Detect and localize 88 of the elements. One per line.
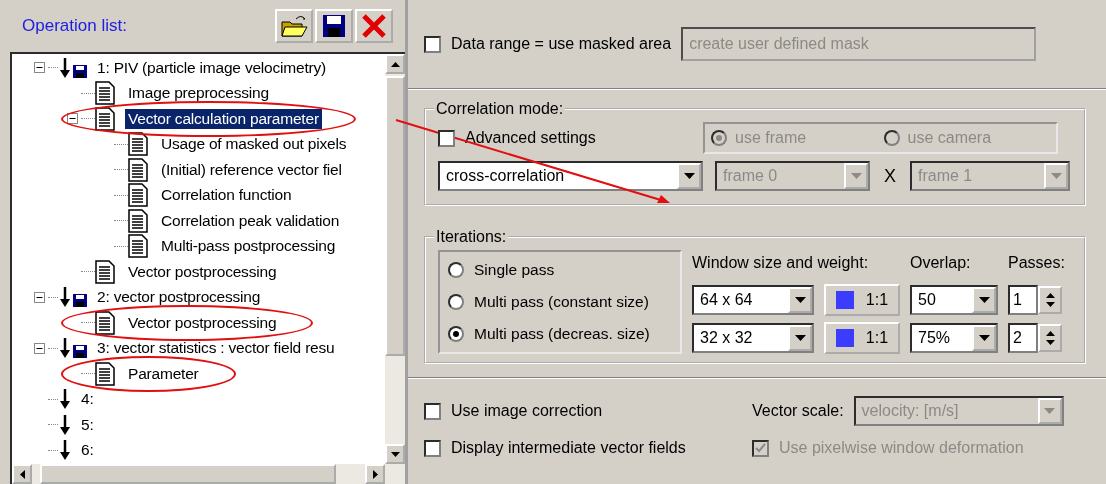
column-header: Passes: — [1008, 254, 1066, 272]
caret-icon — [794, 335, 806, 341]
tree-item[interactable]: Vector postprocessing — [125, 312, 280, 333]
checkbox[interactable] — [424, 35, 441, 53]
document-icon — [95, 361, 115, 386]
passes-field[interactable]: 1 — [1008, 285, 1038, 315]
tree-item[interactable]: 3: vector statistics : vector field resu — [94, 338, 338, 359]
collapse-icon[interactable] — [34, 291, 45, 303]
save-button[interactable] — [315, 9, 353, 43]
radio-label: Single pass — [474, 261, 555, 279]
tree-item[interactable]: 5: — [78, 414, 97, 435]
tree-item[interactable]: Multi-pass postprocessing — [158, 236, 339, 257]
tree-item[interactable]: Vector calculation parameter — [125, 108, 322, 129]
checkbox-label: Display intermediate vector fields — [451, 439, 686, 457]
left-arrow-icon — [19, 469, 25, 479]
checkmark-icon — [755, 443, 766, 453]
field-label: Vector scale: — [752, 402, 844, 420]
document-icon — [128, 132, 148, 157]
weight-button[interactable]: 1:1 — [824, 322, 900, 354]
dropdown[interactable]: 75% — [910, 323, 998, 353]
document-icon — [128, 208, 148, 233]
caret-icon — [794, 297, 806, 303]
radio-label: Multi pass (constant size) — [474, 293, 649, 311]
tree-item[interactable]: Parameter — [125, 363, 202, 384]
checkbox[interactable] — [424, 402, 441, 420]
tree-item[interactable]: 4: — [78, 389, 97, 410]
group-title: Iterations: — [435, 228, 508, 246]
dropdown[interactable]: 64 x 64 — [692, 285, 814, 315]
weight-button[interactable]: 1:1 — [824, 284, 900, 316]
radio-label: use frame — [735, 129, 807, 147]
tree-item[interactable]: Image preprocessing — [125, 83, 272, 104]
radio-button[interactable] — [448, 326, 464, 342]
radio-button[interactable] — [448, 294, 464, 310]
dropdown[interactable]: cross-correlation — [438, 161, 703, 191]
spinner-arrows-icon[interactable] — [1045, 329, 1055, 347]
color-swatch — [835, 291, 854, 309]
checkbox-label: Use pixelwise window deformation — [779, 439, 1024, 457]
passes-field[interactable]: 2 — [1008, 323, 1038, 353]
up-arrow-icon — [390, 61, 400, 67]
checkbox-label: Use image correction — [451, 402, 603, 420]
right-arrow-icon — [372, 469, 378, 479]
dropdown[interactable]: 50 — [910, 285, 998, 315]
checkbox-label: Advanced settings — [465, 129, 596, 147]
document-icon — [95, 310, 115, 335]
caret-icon — [850, 173, 862, 179]
document-icon — [95, 259, 115, 284]
radio-button[interactable] — [448, 262, 464, 278]
radio-label: Multi pass (decreas. size) — [474, 325, 650, 343]
tree-item[interactable]: Vector postprocessing — [125, 261, 280, 282]
document-icon — [128, 157, 148, 182]
collapse-icon[interactable] — [34, 342, 45, 354]
checkbox-label: Data range = use masked area — [451, 35, 672, 53]
document-icon — [95, 81, 115, 106]
caret-icon — [683, 173, 695, 179]
vertical-scrollbar[interactable] — [385, 54, 405, 464]
caret-icon — [978, 297, 990, 303]
caret-icon — [1050, 173, 1062, 179]
column-header: Overlap: — [910, 254, 972, 272]
document-icon — [128, 183, 148, 208]
tree-item[interactable]: Correlation peak validation — [158, 210, 343, 231]
document-icon — [95, 106, 115, 131]
caret-icon — [1044, 408, 1056, 414]
column-header: Window size and weight: — [692, 254, 870, 272]
collapse-icon[interactable] — [67, 113, 78, 125]
radio-label: use camera — [907, 129, 992, 147]
dropdown[interactable]: 32 x 32 — [692, 323, 814, 353]
tree-item[interactable]: Correlation function — [158, 185, 295, 206]
tree-item[interactable]: (Initial) reference vector fiel — [158, 159, 345, 180]
document-icon — [128, 234, 148, 259]
times-sign: X — [883, 165, 897, 187]
tree-item[interactable]: 6: — [78, 440, 97, 461]
tree-item[interactable]: 2: vector postprocessing — [94, 287, 264, 308]
checkbox[interactable] — [424, 439, 441, 457]
panel-title: Operation list: — [22, 16, 128, 36]
caret-icon — [978, 335, 990, 341]
checkbox[interactable] — [438, 129, 455, 147]
spinner-arrows-icon[interactable] — [1045, 291, 1055, 309]
open-button[interactable] — [275, 9, 313, 43]
group-title: Correlation mode: — [435, 100, 565, 118]
tree-item[interactable]: Usage of masked out pixels — [158, 134, 350, 155]
down-arrow-icon — [390, 451, 400, 457]
delete-icon — [361, 14, 387, 38]
horizontal-scrollbar[interactable] — [12, 464, 405, 484]
collapse-icon[interactable] — [34, 62, 45, 74]
tree-item[interactable]: 1: PIV (particle image velocimetry) — [94, 57, 330, 78]
open-folder-icon — [280, 14, 308, 38]
delete-button[interactable] — [355, 9, 393, 43]
color-swatch — [835, 329, 854, 347]
